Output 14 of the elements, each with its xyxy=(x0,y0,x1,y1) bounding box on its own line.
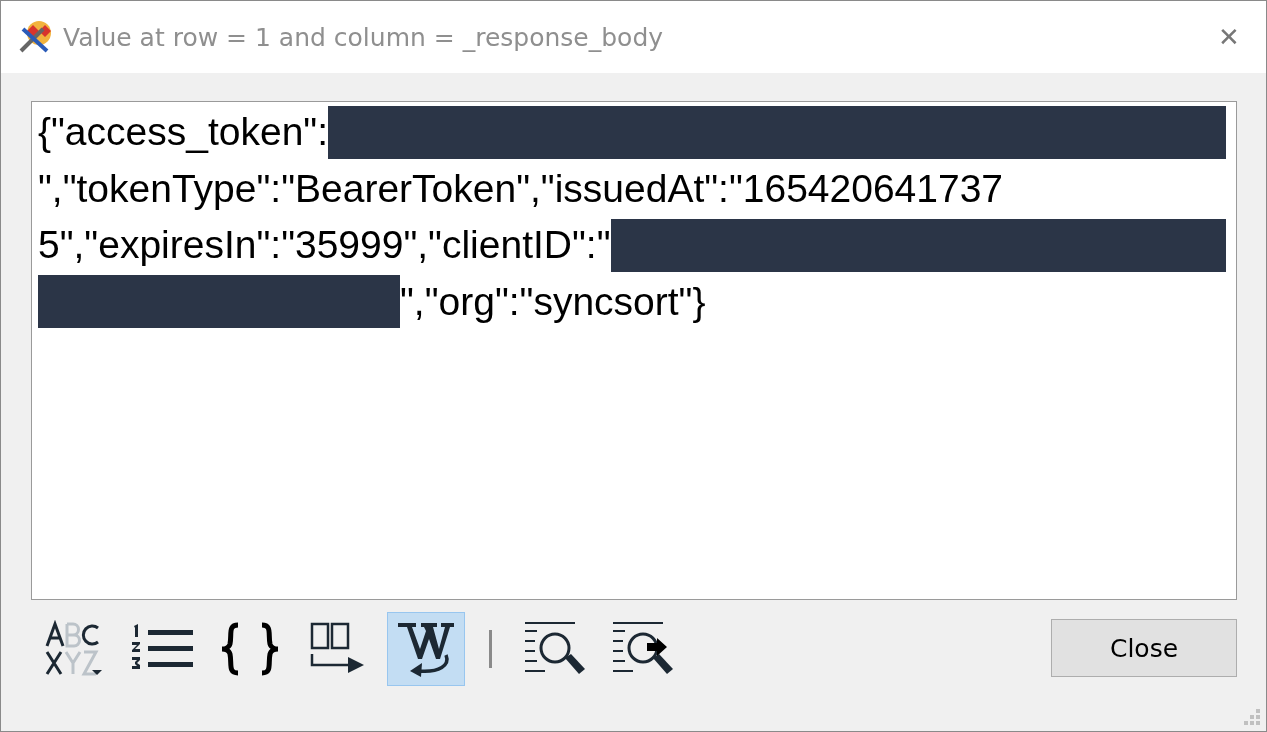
json-text: ","org":"syncsort"} xyxy=(400,279,706,324)
find-next-icon xyxy=(611,621,675,677)
json-text: 5","expiresIn":"35999","clientID":" xyxy=(38,223,611,268)
text-case-icon xyxy=(44,620,104,678)
word-wrap-button[interactable] xyxy=(387,612,465,686)
json-text: ","tokenType":"BearerToken","issuedAt":"165420641737 xyxy=(38,166,1004,211)
resize-grip-icon[interactable] xyxy=(1243,708,1261,726)
window-title: Value at row = 1 and column = _response_body xyxy=(63,22,665,52)
value-text-area[interactable]: {"access_token": ","tokenType":"BearerToken","issuedAt":"165420641737 5","expiresIn":"35999","clientID":" ","org":"syncsort"} xyxy=(31,101,1237,600)
close-button[interactable]: Close xyxy=(1051,619,1237,677)
json-text: {"access_token": xyxy=(38,110,329,155)
toolbar-separator xyxy=(489,630,492,668)
columns-arrow-icon xyxy=(310,622,366,676)
search-icon xyxy=(523,621,587,677)
